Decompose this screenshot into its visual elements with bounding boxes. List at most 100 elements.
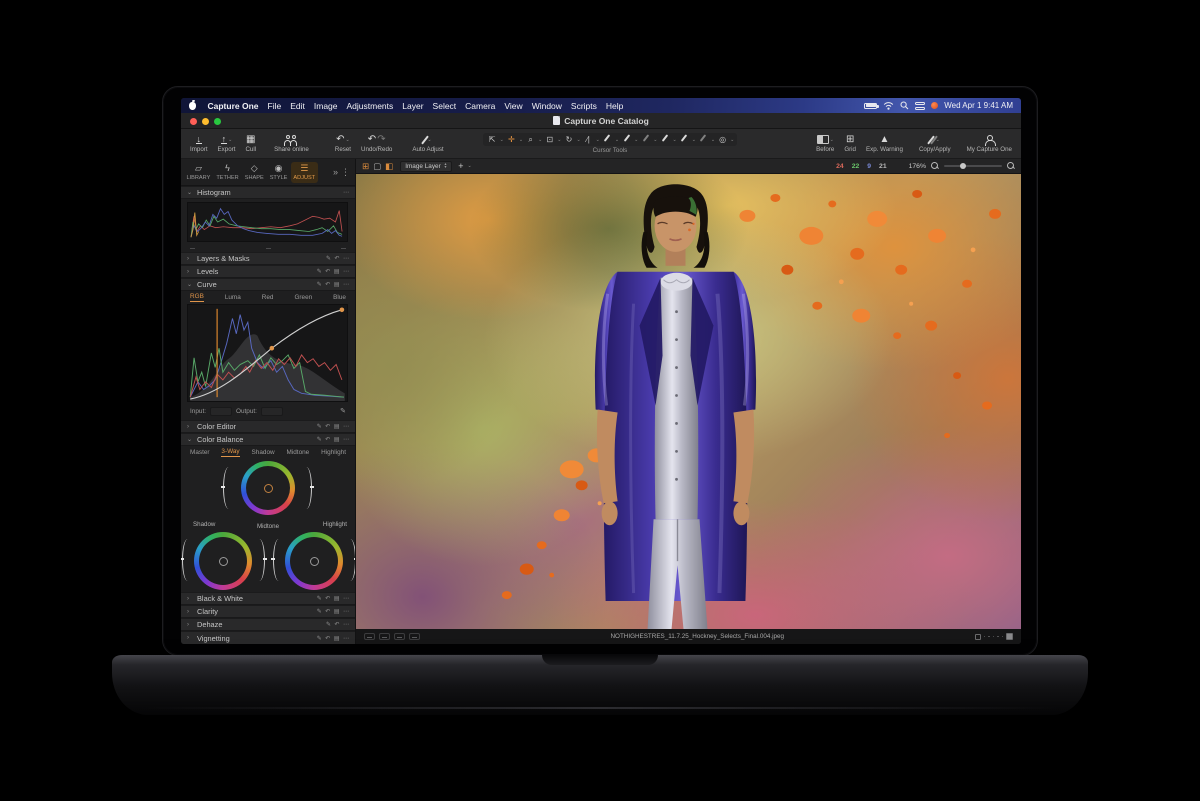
menu-item-help[interactable]: Help [606,101,623,111]
curve-tab-blue[interactable]: Blue [333,294,346,301]
annotate-icon[interactable]: ◎ [716,135,729,145]
pan-tool-icon[interactable]: ✛ [505,135,518,145]
menu-item-image[interactable]: Image [314,101,338,111]
zoom-button[interactable] [214,118,221,125]
copy-icon[interactable]: ▤ [334,595,340,602]
more-icon[interactable]: ⋯ [343,608,349,615]
more-icon[interactable]: ⋯ [343,255,349,262]
select-tool-icon[interactable]: ⇱ [486,135,499,145]
control-center-icon[interactable] [915,102,925,110]
reset-arrow-icon[interactable]: ↶ [325,268,330,275]
zoom-slider-thumb[interactable] [960,163,966,169]
curve-input-field[interactable] [210,407,232,416]
menu-item-file[interactable]: File [268,101,282,111]
copy-apply-button[interactable]: ⌄ Copy/Apply [914,129,956,158]
import-button[interactable]: ↓ Import [185,129,213,158]
tab-tether[interactable]: ϟTETHER [214,162,241,183]
exposure-warning-button[interactable]: ▲ Exp. Warning [861,129,908,158]
zoom-slider[interactable] [944,165,1002,167]
cb-tab-master[interactable]: Master [190,449,210,456]
thumb-large-icon[interactable] [1006,633,1013,640]
search-icon[interactable] [900,101,909,110]
menu-item-camera[interactable]: Camera [465,101,495,111]
histogram-header[interactable]: ⌄ Histogram ⋯ [181,186,355,199]
reset-arrow-icon[interactable]: ↶ [325,595,330,602]
curve-tab-rgb[interactable]: RGB [190,293,204,302]
shadow-color-wheel[interactable] [194,532,252,590]
highlight-color-wheel[interactable] [285,532,343,590]
wifi-icon[interactable] [883,101,894,110]
curve-graph[interactable] [187,304,348,402]
levels-header[interactable]: › Levels ✎↶▤⋯ [181,265,355,278]
curve-tab-red[interactable]: Red [262,294,274,301]
reset-arrow-icon[interactable]: ↶ [325,436,330,443]
color-editor-header[interactable]: › Color Editor ✎↶▤⋯ [181,420,355,433]
reset-button[interactable]: ↶⌄ Reset [330,129,356,158]
reset-arrow-icon[interactable]: ↶ [325,608,330,615]
highlight-saturation-slider[interactable] [273,539,284,581]
share-online-button[interactable]: Share online [269,129,314,158]
apple-menu-icon[interactable] [189,102,196,110]
minimize-button[interactable] [202,118,209,125]
filter-toggle-icon[interactable] [379,633,390,640]
more-icon[interactable]: ⋯ [343,595,349,602]
cb-tab-highlight[interactable]: Highlight [321,449,346,456]
zoom-in-icon[interactable] [1007,162,1015,170]
shadow-lightness-slider[interactable] [254,539,265,581]
pen-icon[interactable]: ✎ [317,423,322,430]
copy-icon[interactable]: ▤ [334,423,340,430]
zoom-out-icon[interactable] [931,162,939,170]
midtone-color-wheel[interactable] [241,461,295,515]
split-view-icon[interactable]: ◧ [385,161,393,171]
before-button[interactable]: ⌄ Before [811,129,839,158]
black-white-header[interactable]: › Black & White ✎↶▤⋯ [181,592,355,605]
more-icon[interactable]: ⋯ [343,423,349,430]
cb-tab-3way[interactable]: 3-Way [221,448,239,457]
multi-view-icon[interactable]: ⊞ [362,161,369,171]
vignetting-header[interactable]: › Vignetting ✎↶▤⋯ [181,631,355,644]
curve-header[interactable]: ⌄ Curve ✎↶▤⋯ [181,278,355,291]
photo-canvas[interactable] [356,174,1021,629]
copy-icon[interactable]: ▤ [334,281,340,288]
copy-icon[interactable]: ▤ [334,635,340,642]
midtone-lightness-slider[interactable] [301,467,312,509]
apply-adjustments-icon[interactable] [658,134,671,145]
add-layer-button[interactable]: + [458,161,463,171]
layers-masks-header[interactable]: › Layers & Masks ✎↶⋯ [181,252,355,265]
dehaze-header[interactable]: › Dehaze ✎↶⋯ [181,618,355,631]
more-icon[interactable]: ⋯ [343,436,349,443]
my-capture-one-button[interactable]: My Capture One [962,129,1017,158]
menu-item-adjustments[interactable]: Adjustments [347,101,394,111]
reset-arrow-icon[interactable]: ↶ [325,281,330,288]
tab-options-icon[interactable]: ⋮ [341,167,350,178]
battery-icon[interactable] [864,103,877,109]
pen-icon[interactable]: ✎ [317,268,322,275]
brush-icon[interactable]: ✎ [326,255,331,262]
pen-icon[interactable]: ✎ [317,436,322,443]
more-icon[interactable]: ⋯ [343,621,349,628]
cull-button[interactable]: ▦ Cull [240,129,261,158]
browse-toggle-icon[interactable] [364,633,375,640]
thumbnail-size-control[interactable] [975,633,1014,640]
menu-item-edit[interactable]: Edit [290,101,305,111]
curve-picker-icon[interactable]: ✎ [340,407,346,415]
color-balance-header[interactable]: ⌄ Color Balance ✎↶▤⋯ [181,433,355,446]
menu-clock[interactable]: Wed Apr 1 9:41 AM [944,101,1013,110]
cb-tab-shadow[interactable]: Shadow [252,449,275,456]
pen-icon[interactable]: ✎ [317,281,322,288]
info-toggle-icon[interactable] [409,633,420,640]
copy-icon[interactable]: ▤ [334,608,340,615]
exposure-picker-icon[interactable] [620,134,633,145]
cb-tab-midtone[interactable]: Midtone [287,449,310,456]
curve-output-field[interactable] [261,407,283,416]
thumb-small-icon[interactable] [975,634,981,640]
grid-button[interactable]: ⊞ Grid [839,129,861,158]
pen-icon[interactable]: ✎ [317,595,322,602]
crop-tool-icon[interactable]: ⊡ [543,135,556,145]
draw-mask-icon[interactable] [678,134,691,145]
menu-item-window[interactable]: Window [532,101,562,111]
rotate-tool-icon[interactable]: ↻ [562,135,575,145]
loupe-tool-icon[interactable]: ⌕ [524,135,537,145]
tab-shape[interactable]: ◇SHAPE [242,162,266,183]
more-icon[interactable]: ⋯ [343,268,349,275]
